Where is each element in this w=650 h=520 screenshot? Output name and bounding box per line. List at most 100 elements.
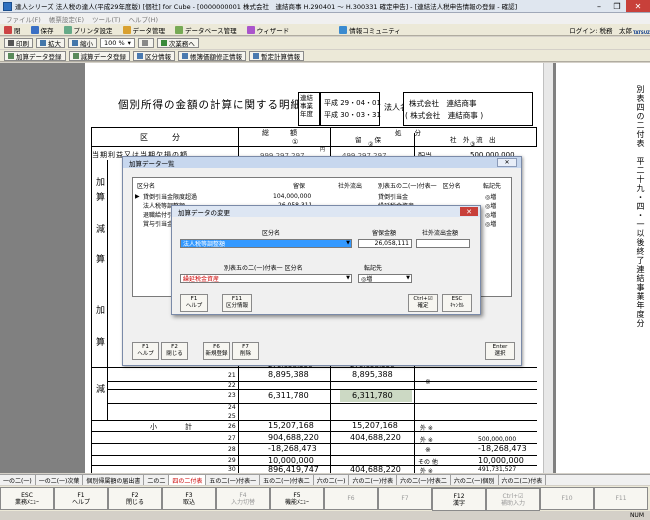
- maximize-icon[interactable]: ❐: [608, 0, 626, 12]
- zoom-select[interactable]: 100 % ▾: [100, 38, 135, 48]
- book-value-button[interactable]: 帳簿価額修正情報: [178, 50, 246, 61]
- cell-value: 15,207,168: [268, 421, 314, 430]
- consolidated-year-label: 連結事業年度: [298, 92, 320, 126]
- next-task-button[interactable]: 次業務へ: [156, 38, 199, 48]
- cell-value: 6,311,780: [268, 391, 309, 400]
- fkey-f1[interactable]: F1 ヘルプ: [54, 487, 108, 510]
- shagai-label: 社外流出金額: [422, 230, 459, 237]
- row-marker-icon: ▶: [135, 192, 140, 200]
- header-cell: 区分名: [137, 182, 156, 190]
- fkey-f12[interactable]: F12 漢字: [432, 488, 486, 511]
- fkey-esc[interactable]: ESC 業務ﾒﾆｭｰ: [0, 487, 54, 510]
- list-item[interactable]: ▶ 貸倒引当金限度超過 104,000,000 貸倒引当金 ◎増: [133, 192, 511, 201]
- fkey-f2[interactable]: F2 閉じる: [108, 487, 162, 510]
- print-button[interactable]: 印刷: [4, 38, 33, 48]
- side-label-san-3: 算: [96, 338, 106, 348]
- tab-2[interactable]: 一の二(一)次葉: [36, 475, 84, 485]
- new-entry-button[interactable]: F6 新規登録: [203, 342, 230, 360]
- tab-4[interactable]: 二の二: [144, 475, 170, 485]
- add-data-entry-button[interactable]: 加算データ登録: [4, 50, 66, 61]
- fkey-f11[interactable]: F11: [594, 487, 648, 510]
- row-number: 22: [228, 382, 236, 389]
- header-cell: 転記先: [483, 182, 502, 190]
- tab-3[interactable]: 個別帰属額の届出書: [83, 475, 145, 485]
- sub-data-entry-button[interactable]: 減算データ登録: [68, 50, 130, 61]
- tab-1[interactable]: 一の二(一): [0, 475, 36, 485]
- tenki-label: 転記先: [364, 265, 383, 272]
- ryuho-input[interactable]: 26,058,111: [358, 239, 412, 248]
- tab-12[interactable]: 六の二(二)付表: [499, 475, 547, 485]
- yen-label: 円: [320, 147, 326, 153]
- save-button[interactable]: 保存: [30, 25, 54, 35]
- delete-button[interactable]: F7 削除: [232, 342, 259, 360]
- category-info-button[interactable]: F11 区分情報: [222, 294, 252, 312]
- col-num3: ③: [470, 141, 476, 148]
- help-button[interactable]: F1 ヘルプ: [180, 294, 208, 312]
- tab-8[interactable]: 六の二(一): [314, 475, 350, 485]
- cell-value: -18,268,473: [268, 444, 317, 453]
- cell-value: 404,688,220: [350, 465, 401, 474]
- select-button[interactable]: Enter 選択: [485, 342, 515, 360]
- cancel-button[interactable]: ESC ｷｬﾝｾﾙ: [442, 294, 472, 312]
- fkey-f4[interactable]: F4 入力切替: [216, 487, 270, 510]
- vertical-scrollbar[interactable]: [543, 63, 553, 473]
- row-number: 28: [228, 446, 236, 453]
- fkey-f5[interactable]: F5 機能ﾒﾆｭｰ: [270, 487, 324, 510]
- shagai-input[interactable]: [416, 239, 470, 248]
- asterisk: ※: [425, 378, 431, 386]
- row-number: 26: [228, 423, 236, 430]
- close-icon[interactable]: ✕: [626, 0, 650, 12]
- row-number: 21: [228, 372, 236, 379]
- save-icon: [30, 25, 39, 34]
- zoom-in-button[interactable]: 拡大: [36, 38, 65, 48]
- menu-edit[interactable]: 帳票設定(E): [45, 14, 88, 24]
- tab-11[interactable]: 六の二(一)個別: [451, 475, 499, 485]
- minimize-icon[interactable]: –: [590, 0, 608, 12]
- zoom-out-button[interactable]: 縮小: [68, 38, 97, 48]
- document-title: 個別所得の金額の計算に関する明細書: [118, 99, 314, 111]
- menu-file[interactable]: ファイル(F): [2, 14, 45, 24]
- fit-icon: [141, 40, 148, 46]
- provisional-calc-button[interactable]: 暫定計算情報: [249, 50, 304, 61]
- form-side-label: 別表四の二付表 平二十九・四・一以後終了連結事業年度分: [636, 85, 645, 328]
- beppyo-select[interactable]: 繰延税金資産 ▼: [180, 274, 352, 283]
- close-button[interactable]: F2 閉じる: [161, 342, 188, 360]
- category-info-button[interactable]: 区分情報: [133, 50, 175, 61]
- beppyo-label: 別表五の二(一)付表一 区分名: [224, 265, 303, 272]
- fkey-f3[interactable]: F3 取込: [162, 487, 216, 510]
- db-management-button[interactable]: データベース管理: [175, 25, 237, 35]
- tab-6[interactable]: 五の二(一)付表一: [206, 475, 261, 485]
- data-management-button[interactable]: データ管理: [122, 25, 165, 35]
- menu-tools[interactable]: ツール(T): [88, 14, 125, 24]
- help-button[interactable]: F1 ヘルプ: [132, 342, 159, 360]
- fkey-ctrl[interactable]: Ctrl+☑ 補助入力: [486, 488, 540, 511]
- tab-9[interactable]: 六の二(一)付表: [349, 475, 398, 485]
- kubun-select[interactable]: 法人税等調整額 ▼: [180, 239, 352, 248]
- wizard-button[interactable]: ウィザード: [246, 25, 289, 35]
- book-icon: [182, 52, 188, 59]
- fkey-f10[interactable]: F10: [540, 487, 594, 510]
- close-icon[interactable]: ✕: [460, 207, 478, 216]
- fit-page-button[interactable]: [137, 38, 154, 48]
- corp-name: 株式会社 連結商事: [409, 99, 477, 108]
- cell-value: 8,895,388: [352, 370, 393, 379]
- ryuho-label: 留保金額: [372, 230, 397, 237]
- menu-help[interactable]: ヘルプ(H): [125, 14, 162, 24]
- grid-line: [91, 455, 537, 456]
- community-button[interactable]: 情報コミュニティ: [339, 25, 401, 35]
- tenki-select[interactable]: ◎増 ▼: [358, 274, 412, 283]
- close-icon[interactable]: ✕: [497, 158, 517, 167]
- side-label-gen-2: 減: [96, 385, 106, 395]
- db-icon: [175, 25, 183, 34]
- confirm-button[interactable]: Ctrl+☑ 確定: [408, 294, 438, 312]
- tab-5-active[interactable]: 四の二付表: [169, 475, 207, 485]
- tab-7[interactable]: 五の二(一)付表二: [260, 475, 314, 485]
- fkey-f7[interactable]: F7: [378, 487, 432, 510]
- grid-line: [108, 403, 537, 404]
- cell-value: 404,688,220: [350, 433, 401, 442]
- close-tool-button[interactable]: 閉: [4, 25, 21, 35]
- window-controls: – ❐ ✕: [590, 0, 650, 12]
- fkey-f6[interactable]: F6: [324, 487, 378, 510]
- printer-settings-button[interactable]: プリンタ設定: [63, 25, 113, 35]
- tab-10[interactable]: 六の二(一)付表二: [397, 475, 451, 485]
